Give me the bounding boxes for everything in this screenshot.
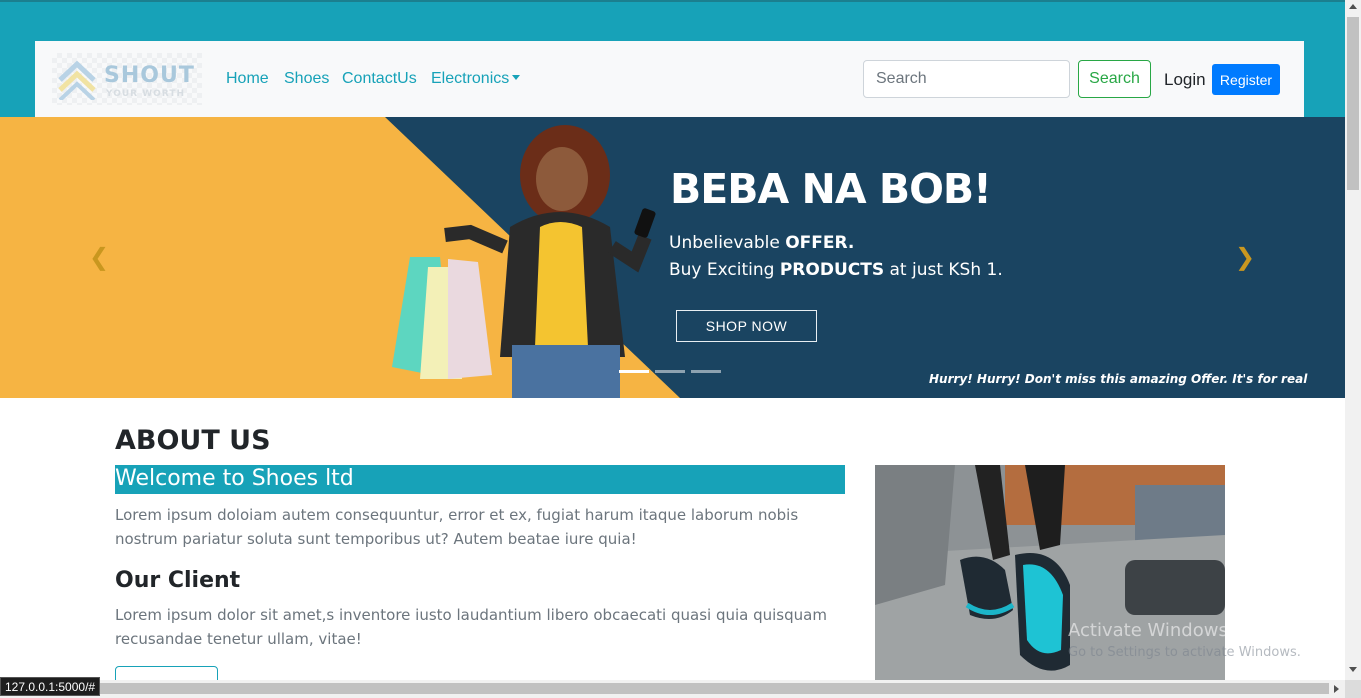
carousel-indicator-3[interactable] — [691, 370, 721, 373]
carousel-indicator-2[interactable] — [655, 370, 685, 373]
status-bar-url: 127.0.0.1:5000/# — [0, 677, 101, 696]
hero-offer-line: Unbelievable OFFER. — [669, 233, 854, 253]
register-button[interactable]: Register — [1212, 64, 1280, 95]
nav-link-contactus[interactable]: ContactUs — [342, 70, 417, 88]
activate-windows-watermark: Activate Windows — [1068, 620, 1228, 641]
logo-brand-text: SHOUT — [104, 63, 195, 88]
hero-banner-image — [0, 117, 1345, 398]
hero-title: BEBA NA BOB! — [670, 165, 992, 213]
welcome-banner: Welcome to Shoes ltd — [115, 465, 845, 494]
hero-line2-suffix: at just KSh 1. — [884, 260, 1003, 280]
read-more-button[interactable] — [115, 666, 218, 680]
hero-line2-text: Buy Exciting — [669, 260, 780, 280]
activate-windows-subtext: Go to Settings to activate Windows. — [1068, 645, 1301, 660]
login-link[interactable]: Login — [1164, 70, 1206, 90]
welcome-heading: Welcome to Shoes ltd — [115, 466, 354, 491]
welcome-paragraph: Lorem ipsum doloiam autem consequuntur, … — [115, 506, 799, 548]
scroll-up-icon[interactable] — [1349, 4, 1357, 9]
horizontal-scrollbar[interactable] — [0, 680, 1345, 698]
logo-tagline: YOUR WORTH — [106, 89, 185, 99]
hero-products-line: Buy Exciting PRODUCTS at just KSh 1. — [669, 260, 1003, 280]
search-button[interactable]: Search — [1078, 60, 1151, 98]
client-paragraph: Lorem ipsum dolor sit amet,s inventore i… — [115, 606, 827, 648]
carousel-next-icon[interactable]: ❯ — [1235, 245, 1255, 269]
nav-link-shoes[interactable]: Shoes — [284, 70, 329, 88]
nav-link-home[interactable]: Home — [226, 70, 269, 88]
browser-viewport: SHOUT YOUR WORTH Home Shoes ContactUs El… — [0, 0, 1345, 680]
hero-line1-text: Unbelievable — [669, 233, 786, 253]
nav-dropdown-electronics[interactable]: Electronics — [431, 70, 521, 88]
vertical-scroll-thumb[interactable] — [1347, 17, 1359, 190]
shop-now-button[interactable]: SHOP NOW — [676, 310, 817, 342]
horizontal-scroll-thumb[interactable] — [16, 683, 1329, 694]
scroll-down-icon[interactable] — [1349, 667, 1357, 672]
search-input[interactable] — [863, 60, 1070, 98]
hero-footnote: Hurry! Hurry! Don't miss this amazing Of… — [929, 372, 1308, 386]
carousel-indicator-1[interactable] — [619, 370, 649, 373]
about-title: ABOUT US — [115, 425, 271, 456]
brand-logo[interactable]: SHOUT YOUR WORTH — [52, 53, 202, 105]
scrollbar-corner — [1345, 680, 1361, 698]
client-title: Our Client — [115, 568, 241, 593]
chevron-up-logo-icon — [58, 60, 96, 100]
caret-down-icon — [512, 75, 521, 80]
hero-line1-bold: OFFER. — [785, 233, 855, 253]
scroll-right-icon[interactable] — [1334, 685, 1339, 693]
hero-line2-bold: PRODUCTS — [779, 260, 885, 280]
hero-carousel: BEBA NA BOB! Unbelievable OFFER. Buy Exc… — [0, 117, 1345, 398]
nav-dropdown-label: Electronics — [431, 70, 510, 87]
navbar: SHOUT YOUR WORTH Home Shoes ContactUs El… — [35, 41, 1304, 117]
carousel-prev-icon[interactable]: ❮ — [89, 245, 109, 269]
vertical-scrollbar[interactable] — [1345, 0, 1361, 680]
